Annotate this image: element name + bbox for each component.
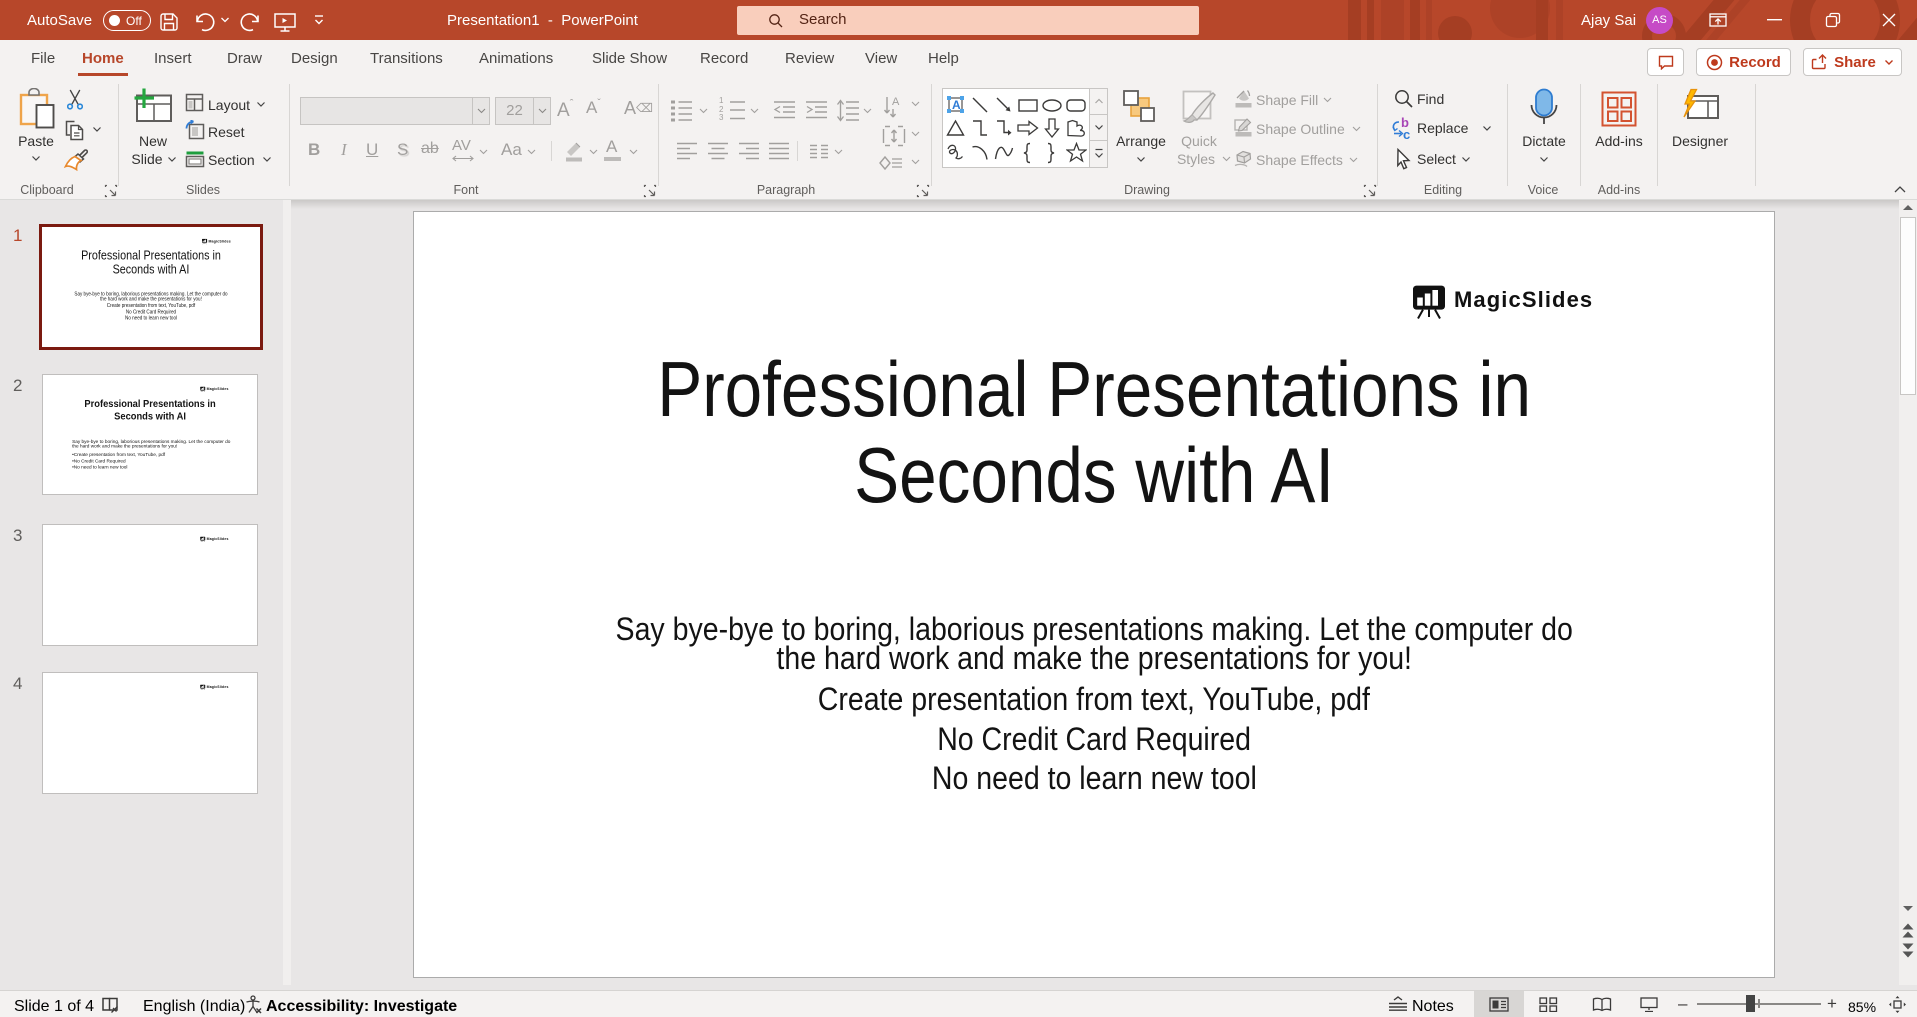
svg-text:A: A	[892, 96, 900, 108]
svg-text:c: c	[1403, 127, 1410, 141]
svg-text:A: A	[952, 98, 961, 112]
